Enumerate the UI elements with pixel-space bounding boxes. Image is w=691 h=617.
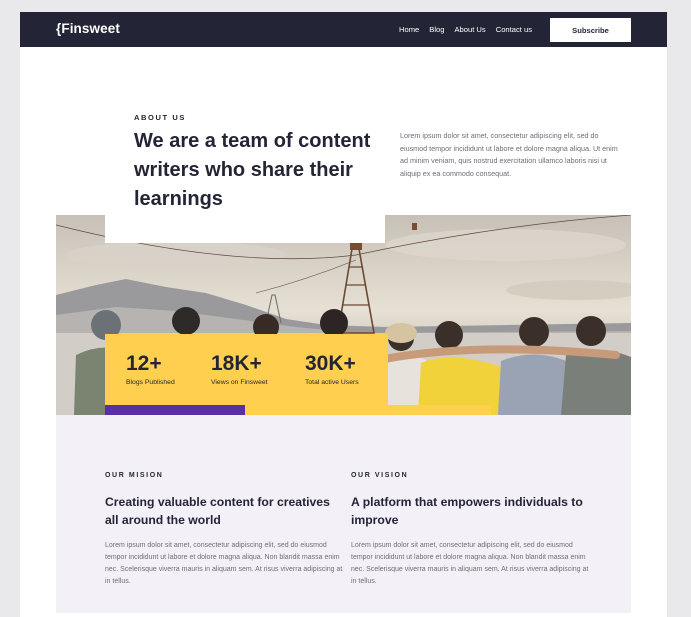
vision-title: A platform that empowers individuals to … (351, 495, 583, 527)
hero-description: Lorem ipsum dolor sit amet, consectetur … (400, 131, 618, 179)
stat-views: 18K+ Views on Finsweet (211, 352, 268, 386)
vision-eyebrow: OUR VISION (351, 472, 409, 479)
mission-eyebrow: OUR MISION (105, 472, 164, 479)
nav-link-contact-us[interactable]: Contact us (496, 25, 532, 34)
stat-label: Blogs Published (126, 379, 175, 386)
mission-title: Creating valuable content for creatives … (105, 495, 330, 527)
stat-value: 30K+ (305, 352, 356, 375)
stat-label: Total active Users (305, 379, 359, 386)
nav-link-about-us[interactable]: About Us (454, 25, 485, 34)
mission-text: Lorem ipsum dolor sit amet, consectetur … (105, 542, 343, 585)
stats-card: 12+ Blogs Published 18K+ Views on Finswe… (105, 334, 388, 407)
vision-column: OUR VISION A platform that empowers indi… (351, 472, 591, 588)
stat-users: 30K+ Total active Users (305, 352, 359, 386)
mission-column: OUR MISION Creating valuable content for… (105, 472, 345, 588)
mission-vision-section: OUR MISION Creating valuable content for… (56, 415, 631, 613)
accent-bar-purple (105, 405, 245, 415)
hero-title-card (105, 215, 385, 243)
nav-links: Home Blog About Us Contact us (399, 25, 532, 34)
vision-text: Lorem ipsum dolor sit amet, consectetur … (351, 542, 589, 585)
hero-title: We are a team of content writers who sha… (134, 130, 371, 210)
subscribe-button[interactable]: Subscribe (550, 18, 631, 42)
stat-blogs: 12+ Blogs Published (126, 352, 175, 386)
nav-link-blog[interactable]: Blog (429, 25, 444, 34)
about-us-eyebrow: ABOUT US (134, 113, 186, 122)
stat-value: 18K+ (211, 352, 262, 375)
about-page: {Finsweet Home Blog About Us Contact us … (20, 12, 667, 617)
accent-bar-yellow (245, 405, 491, 415)
stat-value: 12+ (126, 352, 162, 375)
finsweet-logo[interactable]: {Finsweet (56, 21, 120, 36)
nav-link-home[interactable]: Home (399, 25, 419, 34)
stat-label: Views on Finsweet (211, 379, 268, 386)
top-navigation: {Finsweet Home Blog About Us Contact us … (20, 12, 667, 47)
